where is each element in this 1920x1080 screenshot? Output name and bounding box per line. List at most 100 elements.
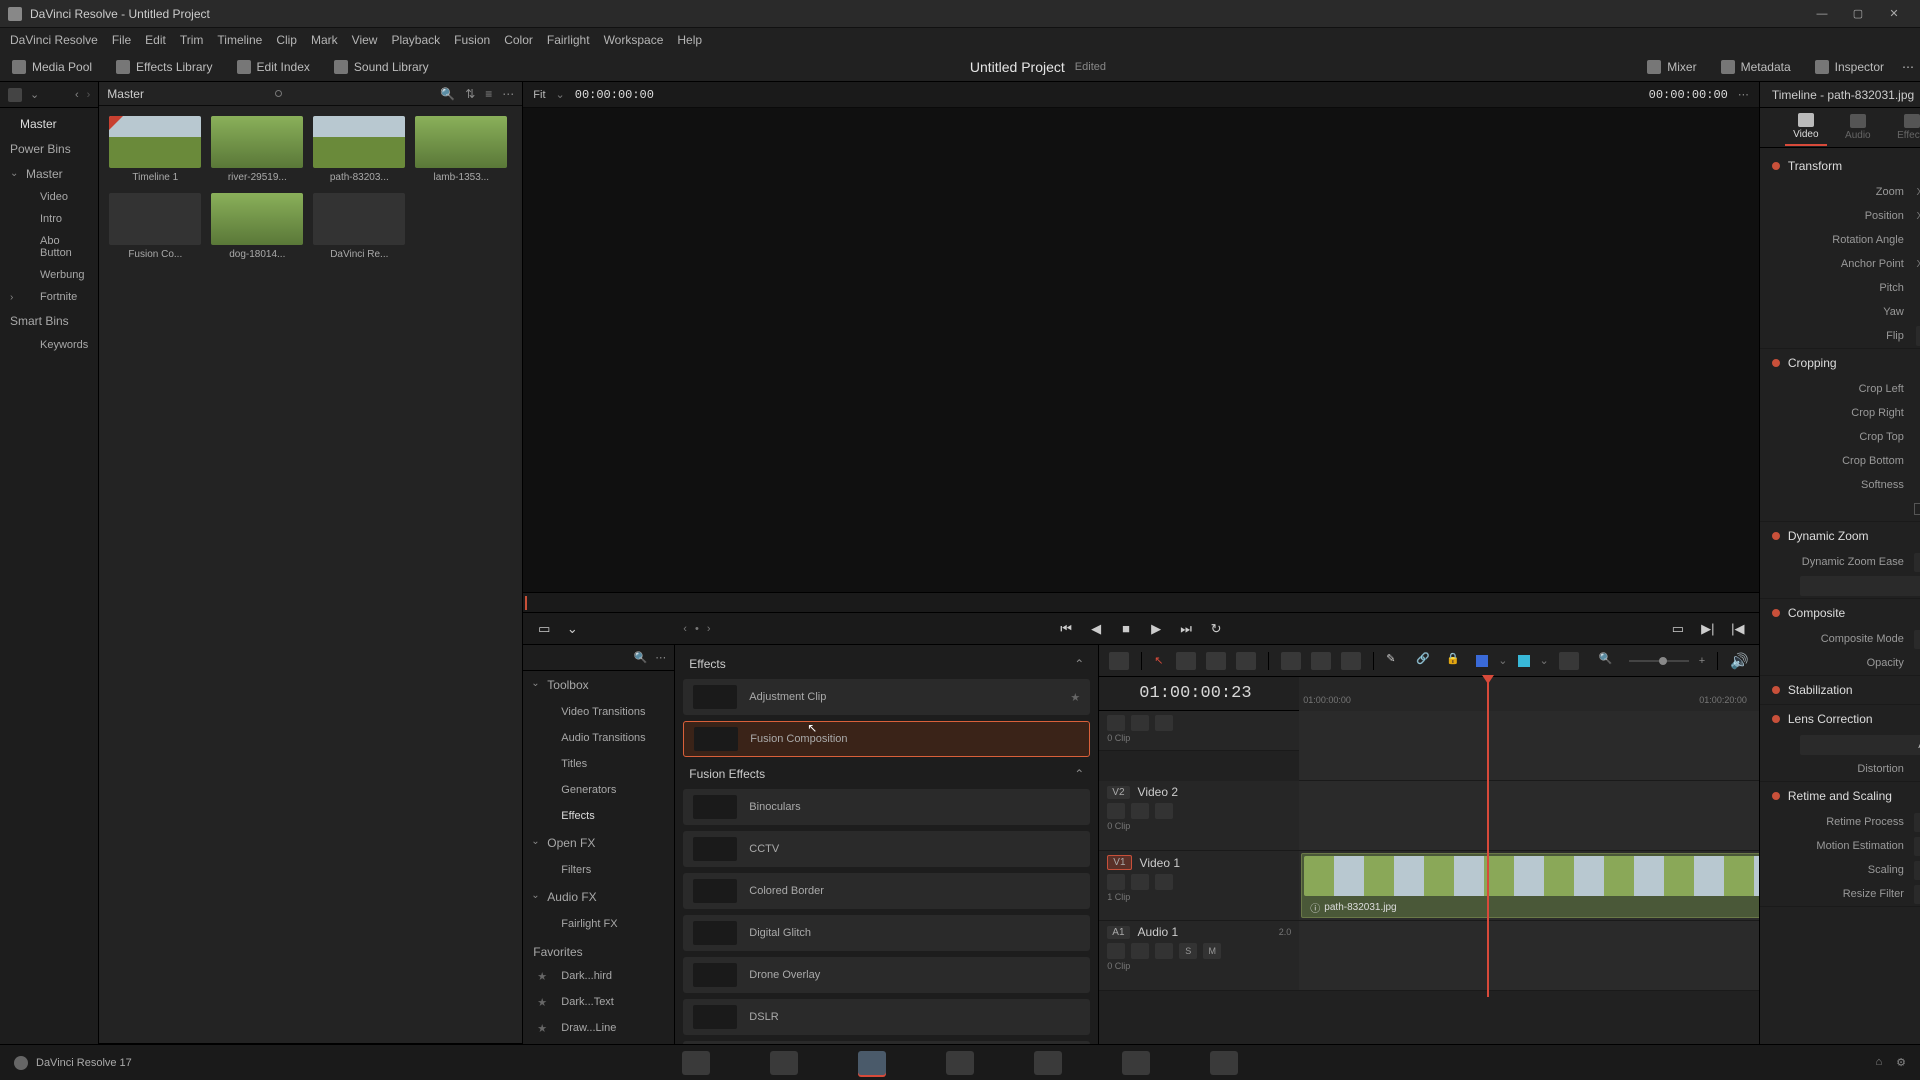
- retain-checkbox[interactable]: [1914, 503, 1920, 515]
- media-thumb[interactable]: dog-18014...: [211, 193, 303, 260]
- media-thumb[interactable]: river-29519...: [211, 116, 303, 183]
- power-bin-item[interactable]: Abo Button: [0, 230, 98, 264]
- inspector-tab-effects[interactable]: Effects: [1889, 110, 1920, 145]
- fairlight-page-tab[interactable]: [1122, 1051, 1150, 1075]
- toolbar-more[interactable]: ⋯: [1896, 52, 1920, 82]
- section-enable-dot[interactable]: [1772, 359, 1780, 367]
- menu-playback[interactable]: Playback: [391, 33, 440, 47]
- inspector-tab-video[interactable]: Video: [1785, 109, 1826, 146]
- fx-category[interactable]: Audio Transitions: [523, 725, 674, 751]
- edit-index-toggle[interactable]: Edit Index: [225, 52, 322, 82]
- filter-icon[interactable]: ≡: [485, 87, 492, 101]
- menu-file[interactable]: File: [112, 33, 131, 47]
- media-page-tab[interactable]: [682, 1051, 710, 1075]
- go-first-button[interactable]: ⏮: [1055, 619, 1077, 639]
- auto-select-icon[interactable]: [1131, 803, 1149, 819]
- menu-fusion[interactable]: Fusion: [454, 33, 490, 47]
- bins-prev[interactable]: ‹: [75, 89, 79, 101]
- track-enable-icon[interactable]: [1155, 803, 1173, 819]
- track-enable-icon[interactable]: [1155, 943, 1173, 959]
- fx-category[interactable]: Video Transitions: [523, 699, 674, 725]
- search-icon[interactable]: 🔍: [440, 87, 455, 101]
- lock-icon[interactable]: [1107, 943, 1125, 959]
- swap-button[interactable]: Swap: [1800, 576, 1920, 596]
- fx-favorite[interactable]: ★Dark...Text: [523, 989, 674, 1015]
- track-badge[interactable]: V1: [1107, 855, 1131, 870]
- blade-icon[interactable]: ✎: [1386, 652, 1406, 670]
- breadcrumb[interactable]: Master: [107, 87, 265, 101]
- jump-next-icon[interactable]: ▶|: [1697, 619, 1719, 639]
- solo-icon[interactable]: S: [1179, 943, 1197, 959]
- timeline-view-options[interactable]: [1109, 652, 1129, 670]
- dropdown[interactable]: Project Settings⌄: [1914, 813, 1920, 832]
- section-header[interactable]: Cropping◆↻: [1760, 349, 1920, 377]
- power-bin-item[interactable]: Intro: [0, 208, 98, 230]
- zoom-slider[interactable]: [1629, 660, 1689, 662]
- power-bin-item[interactable]: ›Fortnite: [0, 286, 98, 308]
- fx-item[interactable]: Drone Overlay: [683, 957, 1090, 993]
- media-thumb[interactable]: Timeline 1: [109, 116, 201, 183]
- flag-dropdown[interactable]: ⌄: [1498, 654, 1507, 667]
- minimize-button[interactable]: —: [1804, 2, 1840, 26]
- section-header[interactable]: Stabilization◆↻: [1760, 676, 1920, 704]
- timeline-timecode[interactable]: 01:00:00:23: [1099, 684, 1299, 703]
- viewer-dot2[interactable]: •: [695, 623, 699, 635]
- auto-select-icon[interactable]: [1131, 874, 1149, 890]
- menu-edit[interactable]: Edit: [145, 33, 166, 47]
- menu-workspace[interactable]: Workspace: [604, 33, 664, 47]
- menu-help[interactable]: Help: [677, 33, 702, 47]
- section-header[interactable]: Composite◆↻: [1760, 599, 1920, 627]
- dropdown[interactable]: Project Settings⌄: [1914, 837, 1920, 856]
- track-lane[interactable]: [1299, 711, 1759, 781]
- bins-layout-icon[interactable]: [8, 88, 22, 102]
- color-page-tab[interactable]: [1034, 1051, 1062, 1075]
- loop-button[interactable]: ↻: [1205, 619, 1227, 639]
- menu-color[interactable]: Color: [504, 33, 533, 47]
- media-thumb[interactable]: DaVinci Re...: [313, 193, 405, 260]
- power-bin-item[interactable]: Werbung: [0, 264, 98, 286]
- section-enable-dot[interactable]: [1772, 792, 1780, 800]
- viewer-scrubber[interactable]: [523, 592, 1759, 612]
- sort-icon[interactable]: ⇅: [465, 87, 475, 101]
- fx-category[interactable]: ⌄Open FX: [523, 829, 674, 857]
- section-enable-dot[interactable]: [1772, 532, 1780, 540]
- track-enable-icon[interactable]: [1155, 874, 1173, 890]
- track-lane[interactable]: ⓘpath-832031.jpg: [1299, 851, 1759, 921]
- fx-category[interactable]: Effects: [523, 803, 674, 829]
- settings-icon[interactable]: ⚙: [1896, 1056, 1906, 1069]
- overwrite-clip[interactable]: [1311, 652, 1331, 670]
- blade-tool[interactable]: [1206, 652, 1226, 670]
- mute-icon[interactable]: M: [1203, 943, 1221, 959]
- smart-bin-item[interactable]: Keywords: [0, 334, 98, 356]
- flag-cyan[interactable]: [1518, 655, 1530, 667]
- fx-category[interactable]: Titles: [523, 751, 674, 777]
- menu-view[interactable]: View: [352, 33, 378, 47]
- dropdown[interactable]: Normal⌄: [1914, 630, 1920, 649]
- section-enable-dot[interactable]: [1772, 715, 1780, 723]
- play-button[interactable]: ▶: [1145, 619, 1167, 639]
- auto-select-icon[interactable]: [1131, 715, 1149, 731]
- fx-favorite[interactable]: ★Dark...hird: [523, 963, 674, 989]
- fx-category[interactable]: ⌄Toolbox: [523, 671, 674, 699]
- sound-library-toggle[interactable]: Sound Library: [322, 52, 441, 82]
- step-back-button[interactable]: ◀: [1085, 619, 1107, 639]
- fx-item[interactable]: Colored Border: [683, 873, 1090, 909]
- media-thumb[interactable]: lamb-1353...: [415, 116, 507, 183]
- track-badge[interactable]: V2: [1107, 786, 1129, 799]
- power-bin-item[interactable]: ⌄Master: [0, 162, 98, 186]
- section-header[interactable]: Transform◆↻: [1760, 152, 1920, 180]
- fx-category[interactable]: Generators: [523, 777, 674, 803]
- menu-davinci-resolve[interactable]: DaVinci Resolve: [10, 33, 98, 47]
- go-last-button[interactable]: ⏭: [1175, 619, 1197, 639]
- metadata-toggle[interactable]: Metadata: [1709, 52, 1803, 82]
- fusion-page-tab[interactable]: [946, 1051, 974, 1075]
- flip-h-button[interactable]: [1916, 326, 1920, 346]
- dropdown[interactable]: Project Settings⌄: [1914, 885, 1920, 904]
- media-more[interactable]: ⋯: [502, 87, 514, 101]
- section-enable-dot[interactable]: [1772, 686, 1780, 694]
- fx-category[interactable]: Fairlight FX: [523, 911, 674, 937]
- effects-library-toggle[interactable]: Effects Library: [104, 52, 224, 82]
- mixer-toggle[interactable]: Mixer: [1635, 52, 1708, 82]
- fx-category[interactable]: Filters: [523, 857, 674, 883]
- fx-more[interactable]: ⋯: [655, 651, 666, 664]
